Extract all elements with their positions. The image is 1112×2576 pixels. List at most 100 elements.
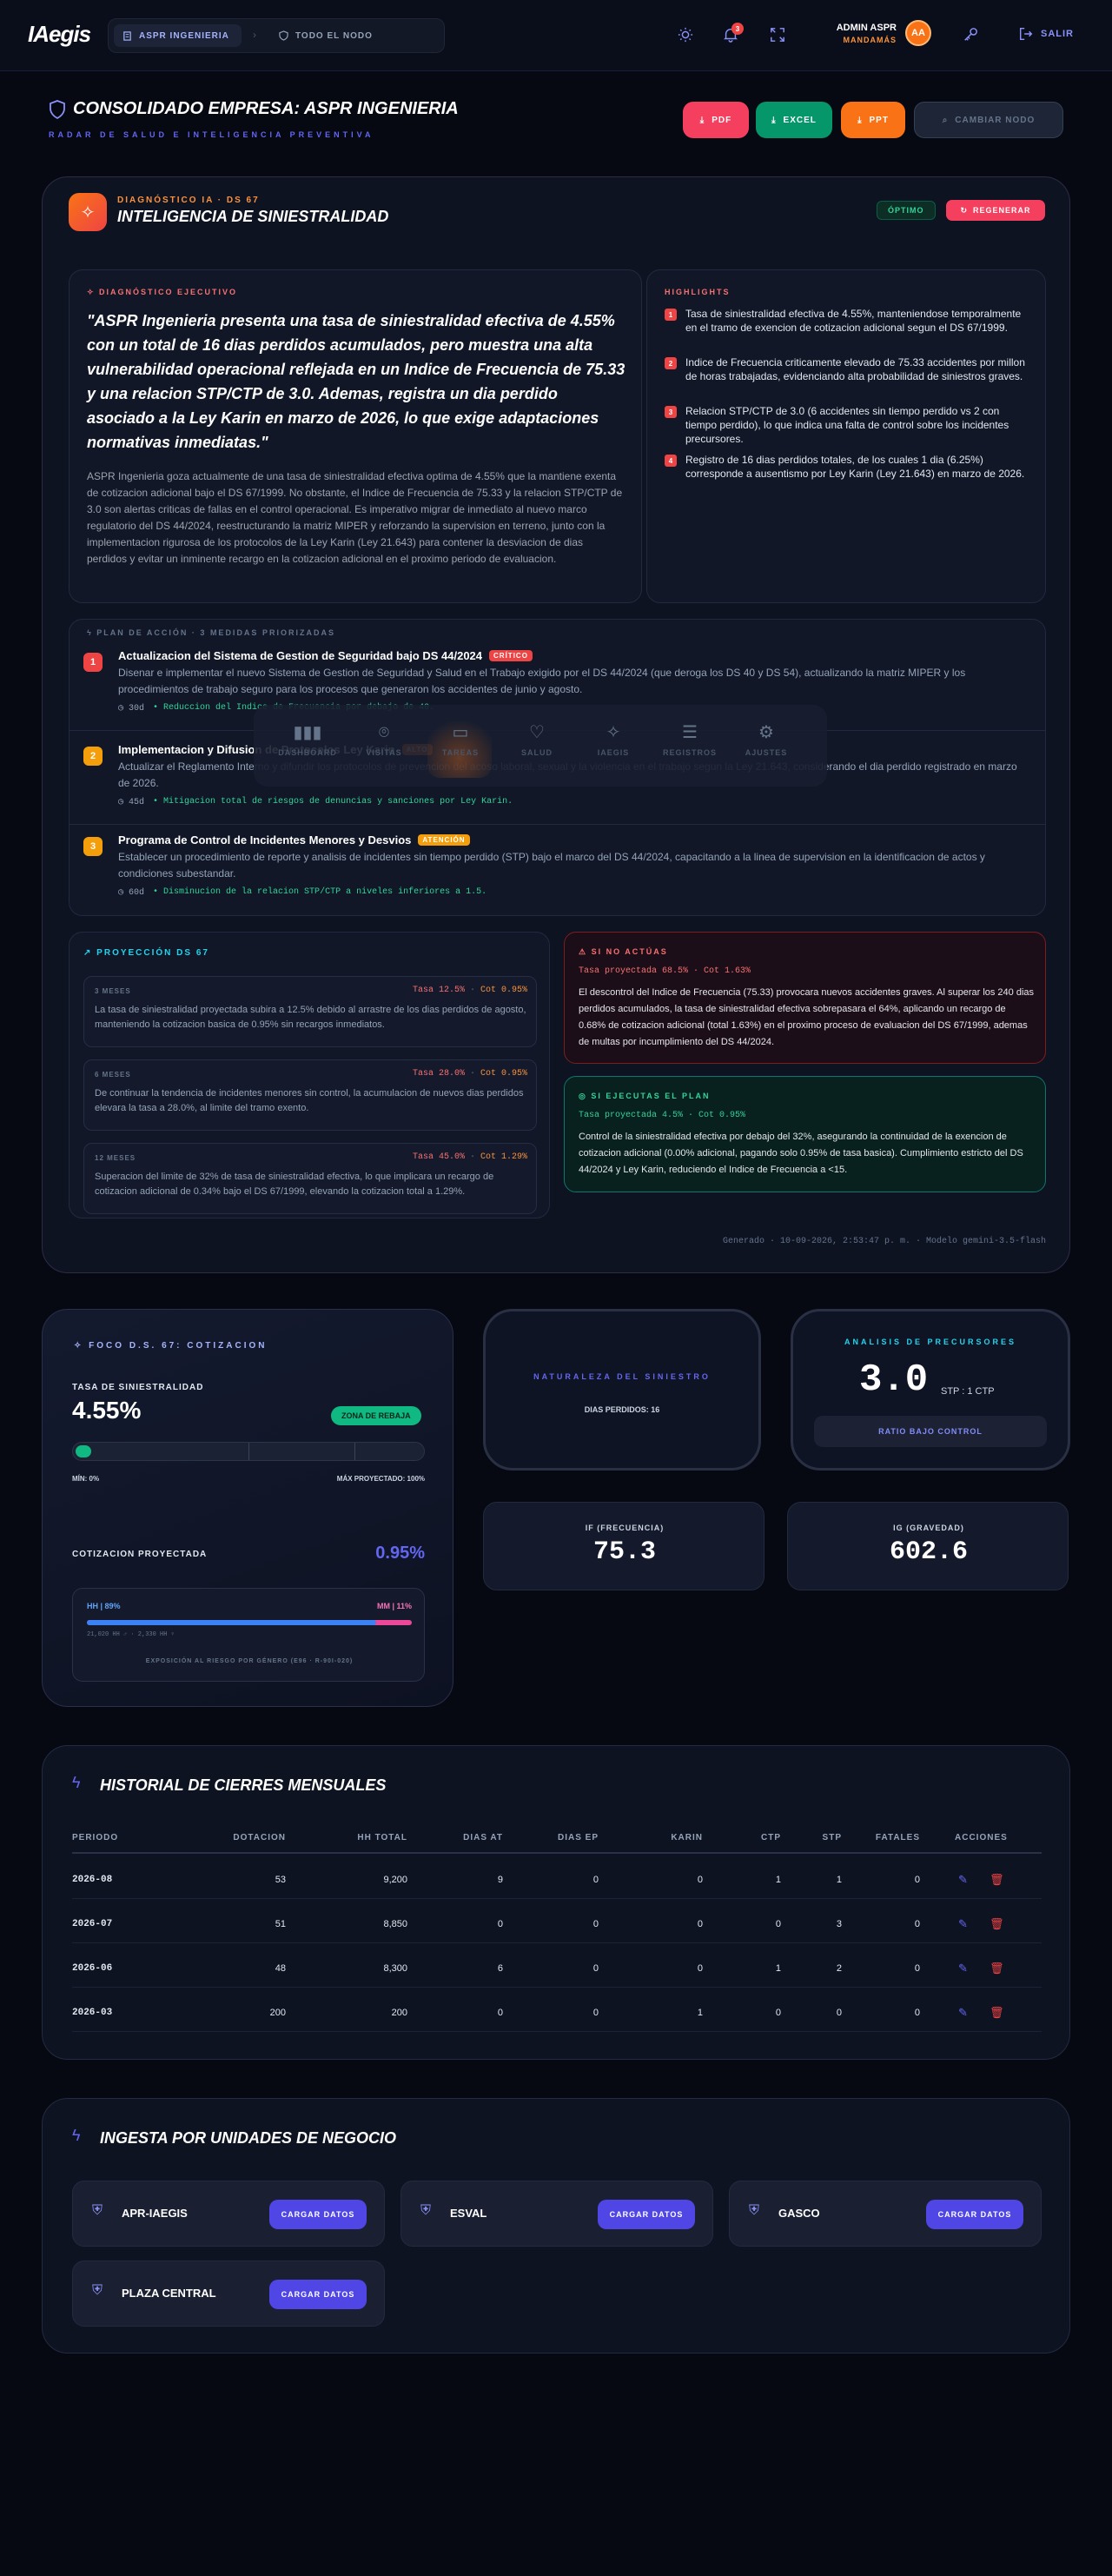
app-logo[interactable]: IAegis xyxy=(28,21,91,48)
projection-item: 12 MESES Tasa 45.0% · Cot 1.29% Superacion… xyxy=(83,1143,537,1214)
chart-icon: ▮▮▮ xyxy=(293,723,322,742)
export-ppt-button[interactable]: ⤓ PPT xyxy=(841,102,905,138)
load-data-button[interactable]: CARGAR DATOS xyxy=(269,2280,367,2309)
delete-icon[interactable]: 🗑 xyxy=(990,1873,1004,1887)
dock-item-ajustes[interactable]: ⚙ AJUSTES xyxy=(730,717,803,774)
ai-kicker: DIAGNÓSTICO IA · DS 67 xyxy=(117,196,260,205)
dock-item-dashboard[interactable]: ▮▮▮ DASHBOARD xyxy=(271,717,344,774)
plan-success-panel: ◎ SI EJECUTAS EL PLAN Tasa proyectada 4.… xyxy=(564,1076,1046,1192)
nature-label: NATURALEZA DEL SINIESTRO xyxy=(533,1372,711,1381)
delete-icon[interactable]: 🗑 xyxy=(990,2006,1004,2020)
generated-footer: Generado · 10-09-2026, 2:53:47 p. m. · M… xyxy=(722,1237,1046,1246)
plan-days: ◷ 45d xyxy=(118,798,145,807)
plan-meta: ◷ 45d • Mitigacion total de riesgos de de… xyxy=(118,797,513,807)
edit-icon[interactable]: ✎ xyxy=(958,1917,968,1931)
plan-ok-text: Control de la siniestralidad efectiva po… xyxy=(579,1132,1023,1175)
precursor-unit: STP : 1 CTP xyxy=(941,1386,995,1397)
highlight-number: 4 xyxy=(665,455,677,467)
switch-node-button[interactable]: ⌕ CAMBIAR NODO xyxy=(914,102,1063,138)
cot-label: COTIZACION PROYECTADA xyxy=(72,1550,208,1559)
dock-item-iaegis[interactable]: ✧ IAEGIS xyxy=(577,717,650,774)
table-cell: 3 xyxy=(836,1919,842,1929)
crumb-company[interactable]: ASPR INGENIERIA xyxy=(114,24,242,47)
table-cell: 0 xyxy=(914,1919,920,1929)
table-cell: 2026-06 xyxy=(72,1963,113,1974)
delete-icon[interactable]: 🗑 xyxy=(990,1917,1004,1931)
dock-label: REGISTROS xyxy=(662,748,717,757)
regenerate-button[interactable]: ↻ REGENERAR xyxy=(946,200,1045,221)
history-card: ϟ HISTORIAL DE CIERRES MENSUALES PERIODO… xyxy=(42,1745,1070,2060)
crumb-all-nodes[interactable]: TODO EL NODO xyxy=(279,24,373,47)
unit-name: PLAZA CENTRAL xyxy=(122,2287,216,2300)
expand-icon[interactable] xyxy=(768,25,787,44)
plan-title: Programa de Control de Incidentes Menore… xyxy=(118,833,470,846)
edit-icon[interactable]: ✎ xyxy=(958,1873,968,1887)
table-cell: 0 xyxy=(592,2008,599,2018)
dock-item-salud[interactable]: ♡ SALUD xyxy=(500,717,573,774)
highlight-number: 1 xyxy=(665,309,677,321)
mm-label: MM | 11% xyxy=(376,1602,412,1610)
status-badge: ÓPTIMO xyxy=(877,201,936,220)
page-subtitle: RADAR DE SALUD E INTELIGENCIA PREVENTIVA xyxy=(49,130,374,139)
logout-icon xyxy=(1018,26,1034,42)
table-cell: 0 xyxy=(497,1919,503,1929)
risk-sub: Tasa proyectada 68.5% · Cot 1.63% xyxy=(579,966,751,976)
rate-gauge xyxy=(72,1442,425,1461)
projection-text: La tasa de siniestralidad proyectada sub… xyxy=(95,1005,526,1030)
unit-name: ESVAL xyxy=(450,2207,487,2220)
exec-body: ASPR Ingenieria goza actualmente de una … xyxy=(87,470,623,565)
column-header: FATALES xyxy=(875,1833,920,1842)
edit-icon[interactable]: ✎ xyxy=(958,2006,968,2020)
load-data-button[interactable]: CARGAR DATOS xyxy=(269,2200,367,2229)
business-unit: ⛨ GASCO CARGAR DATOS xyxy=(729,2181,1042,2247)
shield-icon: ⛨ xyxy=(420,2203,432,2218)
gauge-min: MÍN: 0% xyxy=(72,1475,100,1483)
highlight-item: Relacion STP/CTP de 3.0 (6 accidentes si… xyxy=(685,405,1009,445)
table-cell: 1 xyxy=(775,1875,781,1885)
projection-tasa: Tasa 45.0% xyxy=(412,1152,465,1162)
dock-item-visitas[interactable]: ⌾ VISITAS xyxy=(348,717,420,774)
business-unit: ⛨ APR-IAEGIS CARGAR DATOS xyxy=(72,2181,385,2247)
sun-icon[interactable] xyxy=(676,25,695,44)
page-title: CONSOLIDADO EMPRESA: ASPR INGENIERIA xyxy=(73,99,459,118)
key-icon[interactable] xyxy=(961,25,980,44)
gauge-tick xyxy=(354,1443,355,1460)
ai-title: INTELIGENCIA DE SINIESTRALIDAD xyxy=(117,208,389,225)
dock-label: TAREAS xyxy=(441,748,480,757)
breadcrumb: ASPR INGENIERIA › TODO EL NODO xyxy=(108,18,445,53)
projection-item: 3 MESES Tasa 12.5% · Cot 0.95% La tasa de … xyxy=(83,976,537,1047)
notification-badge: 3 xyxy=(731,23,744,35)
nature-card: NATURALEZA DEL SINIESTRO DIAS PERDIDOS: … xyxy=(483,1309,761,1471)
shield-icon: ⛨ xyxy=(92,2203,103,2218)
table-cell: 53 xyxy=(275,1875,286,1885)
table-cell: 2026-08 xyxy=(72,1875,113,1885)
avatar[interactable]: AA xyxy=(905,20,931,46)
building-icon xyxy=(122,30,132,41)
load-data-button[interactable]: CARGAR DATOS xyxy=(598,2200,695,2229)
sparkle-icon: ✧ xyxy=(87,288,100,296)
table-cell: 1 xyxy=(836,1875,842,1885)
search-icon: ⌕ xyxy=(942,115,949,125)
delete-icon[interactable]: 🗑 xyxy=(990,1962,1004,1975)
ds67-label: ✧ FOCO D.S. 67: COTIZACION xyxy=(74,1341,268,1351)
column-header: CTP xyxy=(761,1833,781,1842)
edit-icon[interactable]: ✎ xyxy=(958,1962,968,1975)
table-cell: 1 xyxy=(697,2008,703,2018)
export-pdf-button[interactable]: ⤓ PDF xyxy=(683,102,749,138)
sparkle-icon: ✧ xyxy=(74,1341,89,1351)
load-data-button[interactable]: CARGAR DATOS xyxy=(926,2200,1023,2229)
risk-panel: ⚠ SI NO ACTÚAS Tasa proyectada 68.5% · C… xyxy=(564,932,1046,1064)
chevron-right-icon: › xyxy=(253,29,256,41)
business-unit: ⛨ ESVAL CARGAR DATOS xyxy=(400,2181,713,2247)
dock-item-tareas[interactable]: ▭ TAREAS xyxy=(424,717,497,774)
table-cell: 0 xyxy=(914,1875,920,1885)
column-header: DOTACION xyxy=(233,1833,286,1842)
dock-item-registros[interactable]: ☰ REGISTROS xyxy=(653,717,726,774)
plan-number: 1 xyxy=(83,653,103,672)
column-header: STP xyxy=(822,1833,842,1842)
projection-cot: Cot 1.29% xyxy=(480,1152,527,1162)
export-excel-button[interactable]: ⤓ EXCEL xyxy=(756,102,832,138)
logout-button[interactable]: SALIR xyxy=(1018,26,1074,42)
projection-rate: Tasa 45.0% · Cot 1.29% xyxy=(345,1152,527,1162)
sparkles-icon: ✧ xyxy=(606,723,621,742)
